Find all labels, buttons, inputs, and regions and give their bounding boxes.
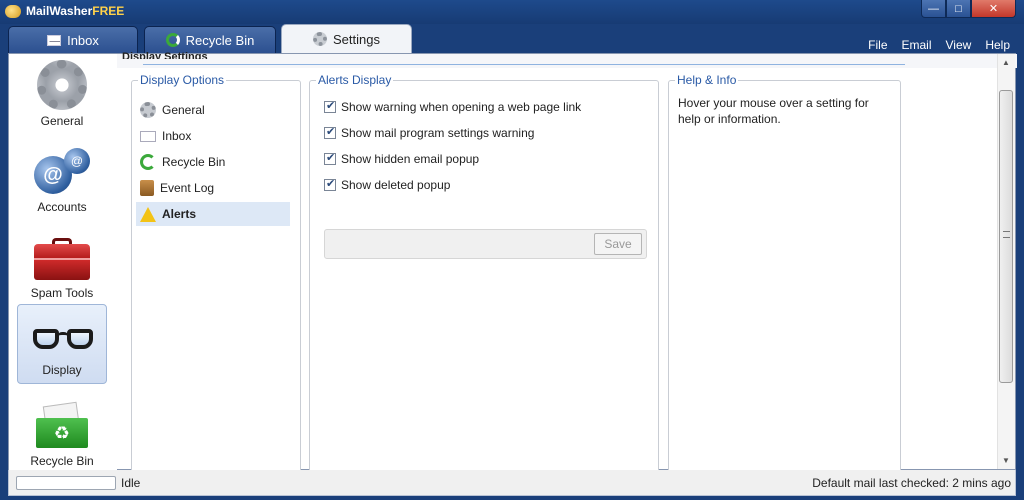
toolbox-icon bbox=[34, 238, 90, 280]
nav-item-spam-tools[interactable]: Spam Tools bbox=[17, 228, 107, 308]
checkbox-row[interactable]: Show deleted popup bbox=[324, 177, 450, 193]
checkbox-mail-program-warning[interactable] bbox=[324, 125, 336, 139]
checkbox-web-link-warning[interactable] bbox=[324, 99, 336, 113]
checkbox-hidden-email-popup[interactable] bbox=[324, 151, 336, 165]
glasses-icon bbox=[33, 323, 93, 353]
menu-view[interactable]: View bbox=[946, 38, 972, 52]
app-logo-icon bbox=[5, 5, 21, 18]
menu-bar: File Email View Help bbox=[868, 38, 1010, 52]
checkbox-deleted-popup[interactable] bbox=[324, 177, 336, 191]
grip-icon bbox=[1003, 231, 1010, 238]
log-icon bbox=[140, 180, 154, 196]
last-checked-text: Default mail last checked: 2 mins ago bbox=[812, 476, 1011, 490]
checkbox-row[interactable]: Show mail program settings warning bbox=[324, 125, 534, 141]
save-bar: Save bbox=[324, 229, 647, 259]
tab-bar: Inbox Recycle Bin Settings File Email Vi… bbox=[0, 24, 1024, 53]
option-alerts[interactable]: Alerts bbox=[136, 202, 290, 226]
tab-recycle-bin[interactable]: Recycle Bin bbox=[144, 26, 276, 53]
tab-settings[interactable]: Settings bbox=[281, 24, 412, 53]
save-button[interactable]: Save bbox=[594, 233, 642, 255]
option-inbox[interactable]: Inbox bbox=[136, 124, 290, 148]
nav-item-general[interactable]: General bbox=[17, 56, 107, 136]
help-text: Hover your mouse over a setting for help… bbox=[678, 96, 869, 126]
option-recycle-bin[interactable]: Recycle Bin bbox=[136, 150, 290, 174]
gear-icon bbox=[140, 102, 156, 118]
help-info-title: Help & Info bbox=[675, 73, 739, 87]
divider bbox=[143, 64, 905, 65]
scroll-thumb[interactable] bbox=[999, 90, 1013, 383]
menu-help[interactable]: Help bbox=[985, 38, 1010, 52]
vertical-scrollbar[interactable]: ▲ ▼ bbox=[997, 54, 1015, 469]
status-text: Idle bbox=[121, 476, 141, 490]
menu-file[interactable]: File bbox=[868, 38, 887, 52]
checkbox-row[interactable]: Show warning when opening a web page lin… bbox=[324, 99, 581, 115]
tab-inbox[interactable]: Inbox bbox=[8, 26, 138, 53]
display-options-group: Display Options General Inbox Recycle Bi… bbox=[131, 73, 301, 475]
scroll-up-arrow-icon[interactable]: ▲ bbox=[1002, 58, 1010, 67]
recycle-bin-icon: ♻ bbox=[34, 401, 90, 448]
nav-item-display[interactable]: Display bbox=[17, 304, 107, 384]
nav-item-recycle-bin[interactable]: ♻ Recycle Bin bbox=[17, 396, 107, 476]
option-general[interactable]: General bbox=[136, 98, 290, 122]
settings-nav: General @ @ Accounts Spam Tools Display … bbox=[9, 54, 117, 471]
alerts-display-group: Alerts Display Show warning when opening… bbox=[309, 73, 659, 475]
envelope-icon bbox=[140, 130, 156, 142]
settings-window: Display Settings General @ @ Accounts Spa… bbox=[8, 51, 1017, 475]
app-title: MailWasherFREE bbox=[26, 4, 125, 18]
help-info-group: Help & Info Hover your mouse over a sett… bbox=[668, 73, 901, 475]
menu-email[interactable]: Email bbox=[902, 38, 932, 52]
close-button[interactable]: ✕ bbox=[971, 0, 1016, 18]
alerts-display-title: Alerts Display bbox=[316, 73, 394, 87]
progress-bar bbox=[16, 476, 116, 490]
warning-icon bbox=[140, 206, 156, 222]
envelope-icon bbox=[47, 34, 62, 46]
accounts-icon: @ @ bbox=[34, 146, 90, 196]
title-bar: MailWasherFREE — □ ✕ bbox=[0, 0, 1024, 24]
gear-icon bbox=[313, 32, 327, 46]
scroll-down-arrow-icon[interactable]: ▼ bbox=[1002, 456, 1010, 465]
nav-item-accounts[interactable]: @ @ Accounts bbox=[17, 142, 107, 222]
gear-icon bbox=[37, 60, 87, 110]
maximize-button[interactable]: □ bbox=[946, 0, 971, 18]
option-event-log[interactable]: Event Log bbox=[136, 176, 290, 200]
display-options-title: Display Options bbox=[138, 73, 227, 87]
status-bar: Idle Default mail last checked: 2 mins a… bbox=[8, 470, 1016, 496]
recycle-icon bbox=[165, 33, 180, 47]
minimize-button[interactable]: — bbox=[921, 0, 946, 18]
section-title: Display Settings bbox=[122, 51, 208, 59]
checkbox-row[interactable]: Show hidden email popup bbox=[324, 151, 479, 167]
recycle-icon bbox=[140, 154, 156, 170]
